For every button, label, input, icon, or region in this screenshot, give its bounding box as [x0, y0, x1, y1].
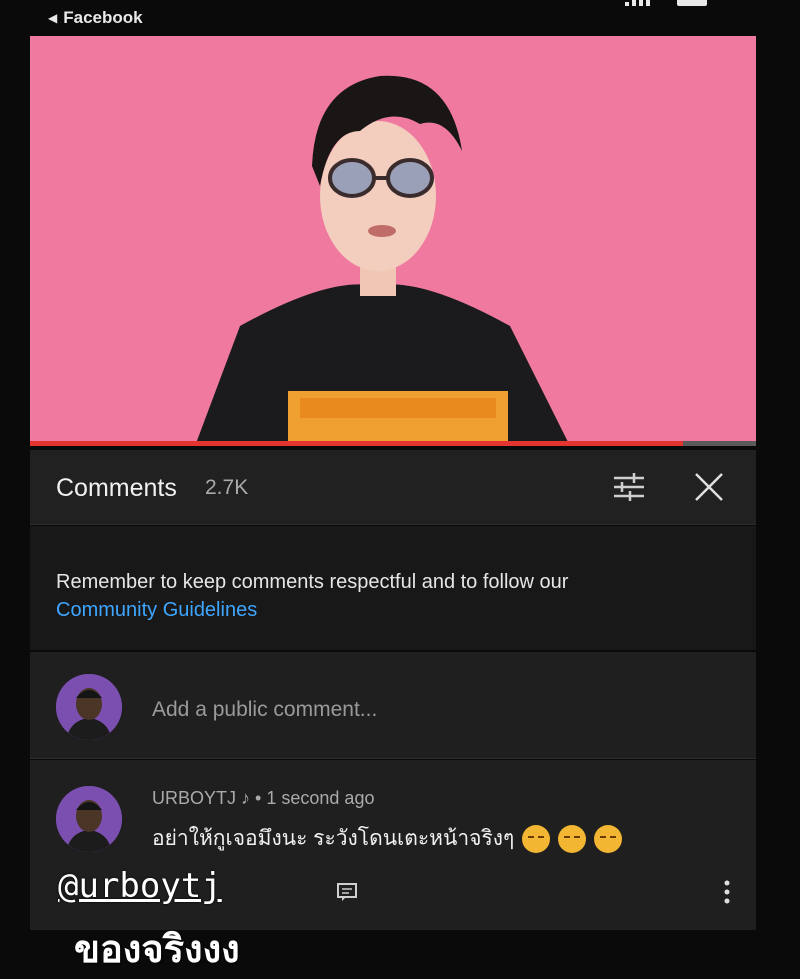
comment-time: 1 second ago [266, 788, 375, 808]
reply-icon [337, 883, 357, 901]
relieved-face-emoji-icon [594, 824, 623, 853]
back-arrow-icon: ◀ [48, 11, 58, 25]
back-link-label: Facebook [63, 8, 143, 27]
status-bar: ◀ Facebook [0, 0, 800, 36]
overlay-caption: ของจริงงง [74, 927, 240, 971]
overlay-mention-tag[interactable]: @urboytj [58, 866, 222, 906]
comments-count: 2.7K [205, 476, 249, 499]
video-player[interactable] [30, 36, 756, 446]
battery-icon [677, 0, 707, 6]
sort-comments-button[interactable] [612, 470, 646, 504]
video-progress-bar[interactable] [30, 441, 756, 446]
sliders-icon [614, 473, 644, 501]
community-guidelines-link[interactable]: Community Guidelines [56, 599, 257, 621]
comment-body: อย่าให้กูเจอมึงนะ ระวังโดนเตะหน้าจริงๆ [152, 822, 623, 855]
avatar [56, 674, 122, 740]
user-avatar-image [56, 674, 122, 740]
notice-text: Remember to keep comments respectful and… [56, 568, 746, 624]
video-frame [30, 36, 756, 446]
comment-text: อย่าให้กูเจอมึงนะ ระวังโดนเตะหน้าจริงๆ [152, 827, 515, 850]
comment-options-button[interactable] [722, 878, 732, 906]
reply-button[interactable] [336, 882, 358, 902]
close-comments-button[interactable] [690, 468, 728, 506]
meta-separator: • [255, 788, 262, 808]
comment-meta: URBOYTJ ♪ • 1 second ago [152, 788, 374, 809]
comments-title: Comments [56, 474, 177, 502]
back-to-facebook-link[interactable]: ◀ Facebook [48, 8, 143, 28]
video-progress-fill [30, 441, 684, 446]
signal-icon [625, 0, 650, 6]
music-note-icon: ♪ [241, 788, 251, 808]
add-comment-input[interactable]: Add a public comment... [152, 698, 377, 722]
more-vertical-icon [724, 880, 730, 904]
add-comment-row[interactable]: Add a public comment... [30, 652, 756, 759]
comments-header: Comments 2.7K [30, 450, 756, 525]
commenter-avatar-image [56, 786, 122, 852]
close-icon [695, 473, 723, 501]
relieved-face-emoji-icon [522, 824, 551, 853]
notice-message: Remember to keep comments respectful and… [56, 571, 569, 593]
comment-guidelines-notice: Remember to keep comments respectful and… [30, 526, 756, 650]
commenter-avatar[interactable] [56, 786, 122, 852]
comment-author[interactable]: URBOYTJ [152, 788, 236, 808]
relieved-face-emoji-icon [558, 824, 587, 853]
